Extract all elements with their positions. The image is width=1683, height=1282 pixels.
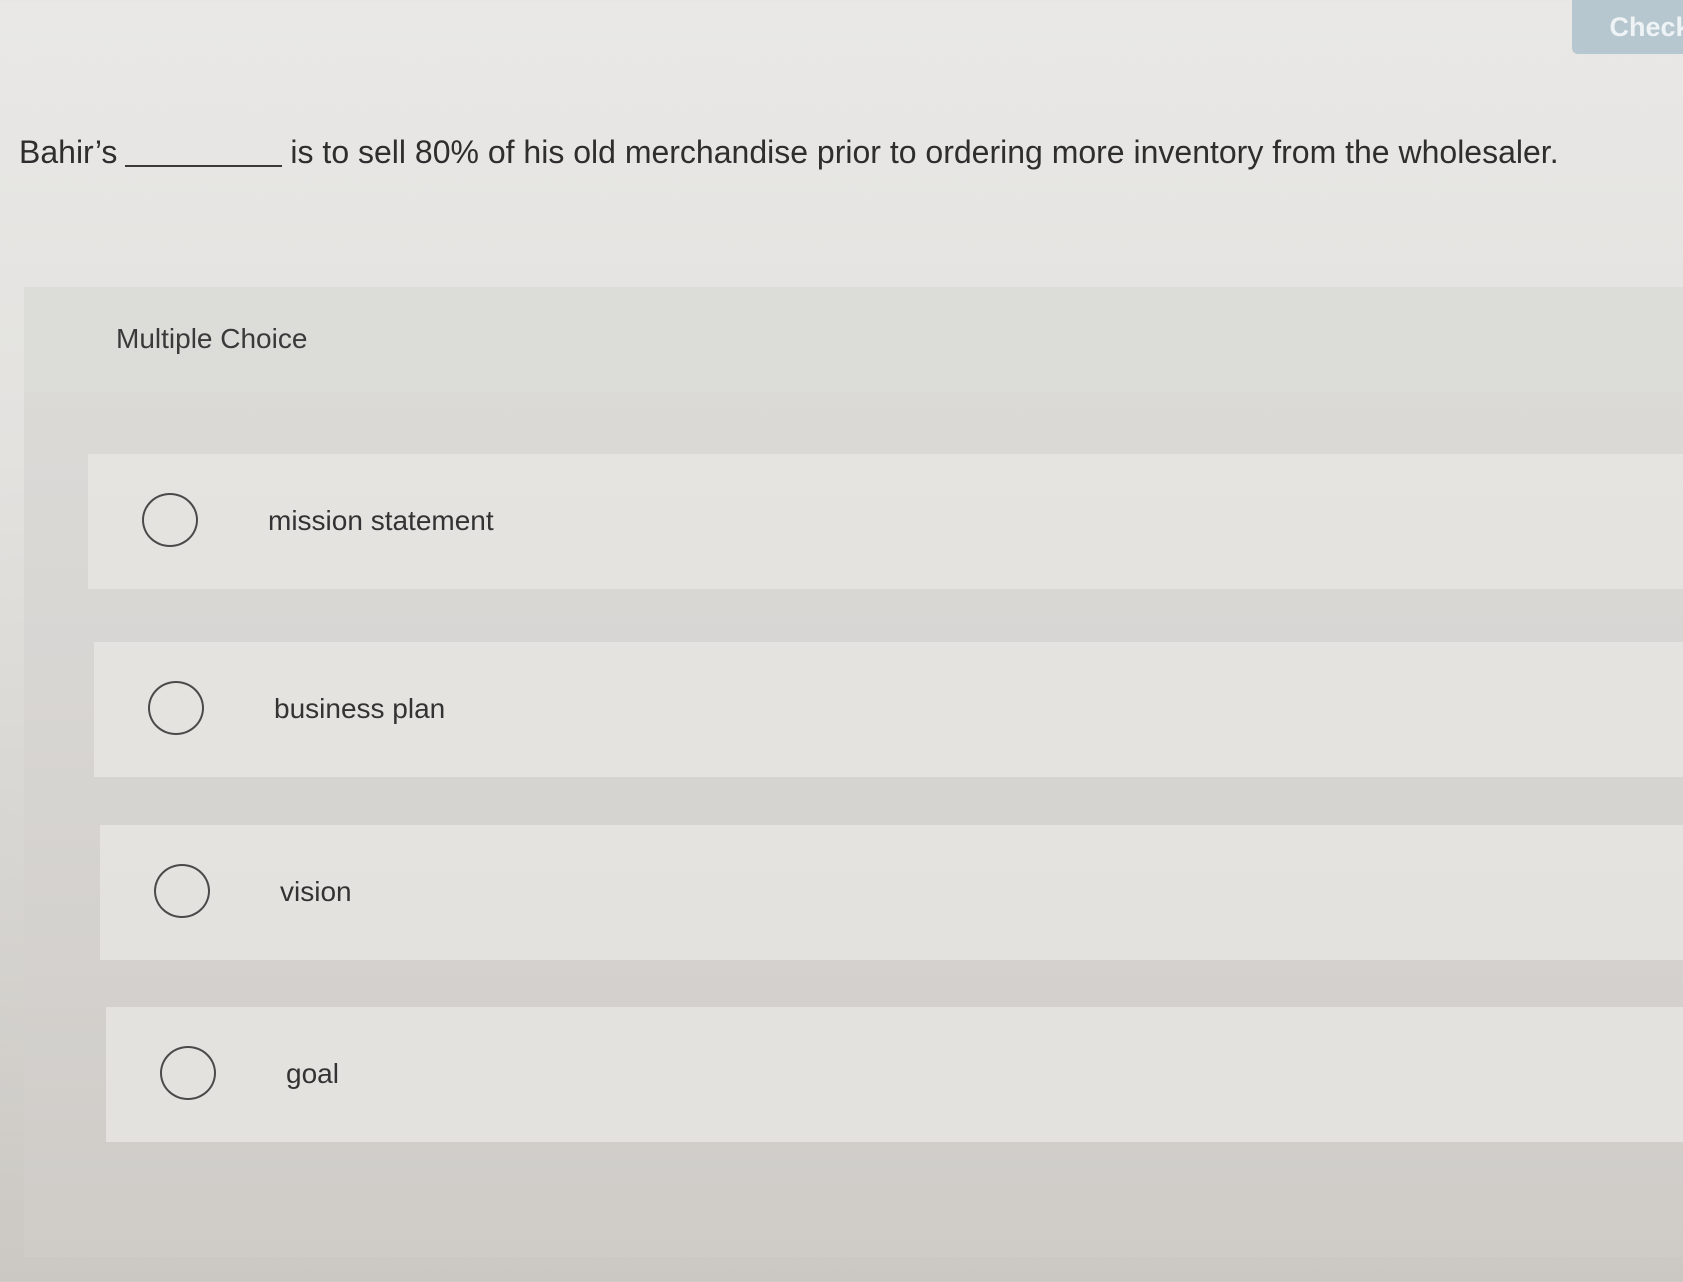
check-button[interactable]: Check <box>1572 0 1683 54</box>
option-goal[interactable]: goal <box>106 1007 1683 1142</box>
radio-button-icon[interactable] <box>160 1046 216 1100</box>
option-label: vision <box>280 876 352 907</box>
question-suffix: is to sell 80% of his old merchandise pr… <box>290 134 1559 170</box>
multiple-choice-header: Multiple Choice <box>24 287 1683 392</box>
option-label: business plan <box>274 693 446 724</box>
multiple-choice-panel: Multiple Choice mission statement busine… <box>24 287 1683 1257</box>
radio-button-icon[interactable] <box>142 493 198 547</box>
option-mission-statement[interactable]: mission statement <box>88 454 1683 589</box>
answer-blank <box>125 165 283 167</box>
question-text: Bahir’s is to sell 80% of his old merchan… <box>19 134 1559 171</box>
option-vision[interactable]: vision <box>100 825 1683 960</box>
multiple-choice-label: Multiple Choice <box>116 323 308 354</box>
radio-button-icon[interactable] <box>148 681 204 735</box>
question-prefix: Bahir’s <box>19 134 118 170</box>
radio-button-icon[interactable] <box>154 864 210 918</box>
option-business-plan[interactable]: business plan <box>94 642 1683 777</box>
option-label: mission statement <box>268 505 494 536</box>
option-label: goal <box>286 1058 339 1089</box>
answer-options: mission statement business plan vision g… <box>24 392 1683 1257</box>
